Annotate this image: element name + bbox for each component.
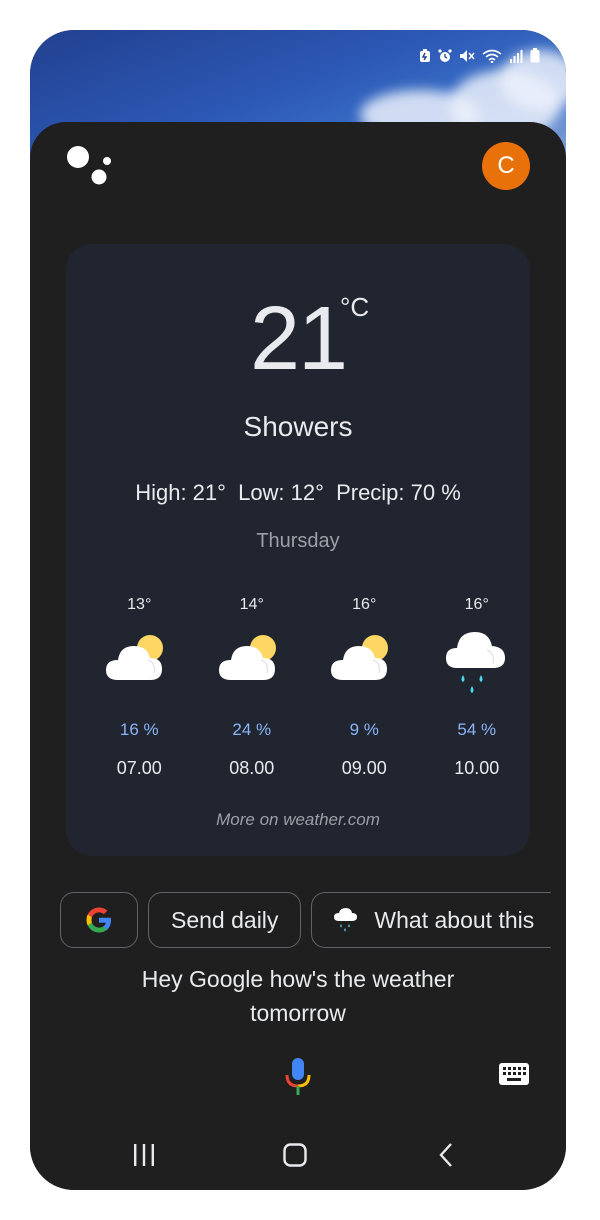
mute-icon	[460, 49, 475, 62]
hour-item: 13° 16 % 07.00	[83, 596, 196, 779]
rain-cloud-icon	[421, 628, 534, 702]
hour-precip: 24 %	[232, 720, 272, 739]
what-about-chip[interactable]: What about this	[311, 892, 552, 948]
high-low-precip: High: 21° Low: 12° Precip: 70 %	[66, 480, 530, 506]
keyboard-icon[interactable]	[498, 1062, 530, 1091]
battery-saver-icon	[420, 48, 430, 62]
rain-cloud-small-icon	[334, 908, 358, 932]
home-icon[interactable]	[282, 1142, 308, 1173]
hour-temp: 16°	[352, 596, 377, 613]
user-query-transcript: Hey Google how's the weather tomorrow	[30, 962, 566, 1030]
temperature-value: 21	[249, 289, 348, 389]
hour-item: 16° 9 % 09.00	[308, 596, 421, 779]
hour-precip: 9 %	[349, 720, 379, 739]
alarm-icon	[438, 48, 452, 62]
phone-screen: C 21 °C Showers High: 21° Low: 12° Preci…	[30, 30, 566, 1190]
hour-precip: 16 %	[119, 720, 159, 739]
recent-apps-icon[interactable]	[131, 1142, 157, 1173]
google-search-chip[interactable]	[60, 892, 138, 948]
forecast-day: Thursday	[256, 530, 340, 552]
back-icon[interactable]	[434, 1142, 460, 1173]
hour-precip: 54 %	[457, 720, 497, 739]
send-daily-label: Send daily	[171, 906, 279, 933]
high-temp: High: 21°	[135, 480, 226, 505]
partly-sunny-icon	[308, 628, 421, 702]
navigation-bar	[30, 1132, 566, 1182]
query-line: Hey Google how's the weather	[141, 966, 455, 992]
partly-sunny-icon	[83, 628, 196, 702]
hour-time: 07.00	[116, 758, 162, 778]
suggestion-chips: Send daily What about this	[60, 892, 552, 948]
hour-time: 10.00	[454, 758, 500, 778]
hour-temp: 13°	[127, 596, 152, 613]
assistant-sheet: C 21 °C Showers High: 21° Low: 12° Preci…	[30, 122, 566, 1190]
send-daily-chip[interactable]: Send daily	[148, 892, 302, 948]
precip-chance: Precip: 70 %	[336, 480, 461, 505]
more-on-weather-link[interactable]: More on weather.com	[66, 810, 530, 830]
hour-item: 16° 54 % 10.00	[421, 596, 534, 779]
hour-temp: 16°	[464, 596, 489, 613]
mic-icon[interactable]	[283, 1057, 313, 1102]
status-bar	[419, 48, 540, 63]
weather-condition: Showers	[243, 411, 353, 442]
current-temperature: 21 °C	[66, 288, 530, 391]
low-temp: Low: 12°	[238, 480, 324, 505]
wifi-icon	[482, 49, 502, 63]
hour-temp: 14°	[239, 596, 264, 613]
query-line: tomorrow	[250, 1000, 346, 1026]
temperature-unit: °C	[340, 292, 370, 322]
assistant-logo-icon	[66, 144, 114, 193]
weather-card[interactable]: 21 °C Showers High: 21° Low: 12° Precip:…	[66, 244, 530, 856]
hour-item: 14° 24 % 08.00	[196, 596, 309, 779]
battery-icon	[530, 48, 540, 63]
what-about-label: What about this	[374, 906, 535, 933]
hour-time: 09.00	[341, 758, 387, 778]
avatar[interactable]: C	[482, 142, 530, 190]
signal-icon	[510, 49, 523, 63]
hour-time: 08.00	[229, 758, 275, 778]
google-logo-icon	[86, 907, 111, 933]
hourly-forecast: 13° 16 % 07.00 14° 24 % 08.00 16° 9 % 09…	[83, 596, 533, 779]
partly-sunny-icon	[196, 628, 309, 702]
